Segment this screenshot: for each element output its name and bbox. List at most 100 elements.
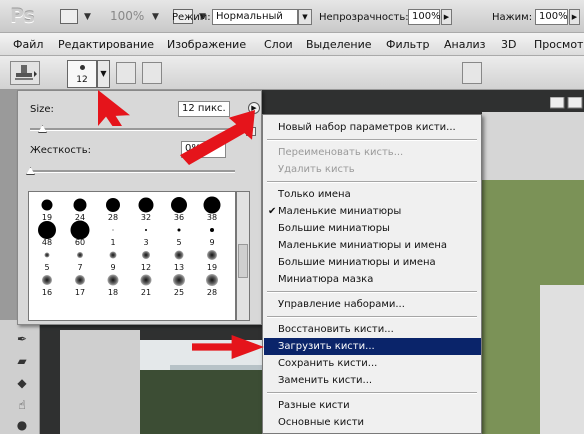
menu-separator xyxy=(267,392,477,394)
menu-item[interactable]: Большие миниатюры xyxy=(264,220,481,237)
brush-thumbnail[interactable]: 3 xyxy=(133,221,159,247)
brush-preset-dropdown-button[interactable]: ▼ xyxy=(97,60,110,88)
brush-thumbnail[interactable]: 48 xyxy=(34,221,60,247)
brush-thumbnail[interactable]: 60 xyxy=(67,220,93,247)
size-field[interactable]: 12 пикс. xyxy=(178,101,230,117)
zoom-level[interactable]: 100% xyxy=(110,9,144,23)
eraser-tool-icon[interactable]: ▰ xyxy=(14,354,30,370)
menu-item-label: Только имена xyxy=(278,189,351,200)
brush-thumbnail[interactable]: 5 xyxy=(34,246,60,272)
menu-item[interactable]: Основные кисти xyxy=(264,414,481,431)
photoshop-logo: Ps xyxy=(10,5,35,27)
menu-item[interactable]: Большие миниатюры и имена xyxy=(264,254,481,271)
menu-item[interactable]: Управление наборами... xyxy=(264,296,481,313)
scrollbar-thumb[interactable] xyxy=(238,244,248,278)
menu-select[interactable]: Выделение xyxy=(306,38,372,51)
brush-tip-icon xyxy=(145,229,147,231)
brush-thumbnail[interactable]: 5 xyxy=(166,221,192,247)
pen-tool-icon[interactable]: ✒ xyxy=(14,332,30,348)
brush-tip-icon xyxy=(73,198,87,212)
brush-thumbnail[interactable]: 16 xyxy=(34,271,60,297)
brush-thumbnail[interactable]: 32 xyxy=(133,196,159,222)
menu-item[interactable]: Заменить кисти... xyxy=(264,372,481,389)
menu-image[interactable]: Изображение xyxy=(167,38,246,51)
brush-thumbnail[interactable]: 19 xyxy=(34,196,60,222)
menu-item-label: Восстановить кисти... xyxy=(278,324,394,335)
dodge-tool-icon[interactable]: ● xyxy=(14,418,30,434)
hardness-label: Жесткость: xyxy=(30,145,91,156)
brush-thumbnail[interactable]: 21 xyxy=(133,271,159,297)
menu-item[interactable]: Маленькие миниатюры и имена xyxy=(264,237,481,254)
opacity-label: Непрозрачность: xyxy=(319,12,409,23)
brush-tip-icon xyxy=(207,250,217,260)
brush-thumbnail[interactable]: 38 xyxy=(199,196,225,222)
brush-thumbnail[interactable]: 17 xyxy=(67,271,93,297)
brush-thumbnail[interactable]: 28 xyxy=(100,196,126,222)
brush-preset-picker[interactable]: 12 xyxy=(67,60,97,88)
brush-panel-toggle-icon[interactable] xyxy=(116,62,136,84)
pressure-label: Нажим: xyxy=(492,12,533,23)
menu-item-label: Управление наборами... xyxy=(278,299,405,310)
mode-select[interactable]: Нормальный xyxy=(212,9,298,25)
brush-thumbnail[interactable]: 36 xyxy=(166,196,192,222)
brush-thumbnail[interactable]: 9 xyxy=(100,246,126,272)
menu-edit[interactable]: Редактирование xyxy=(58,38,154,51)
brush-tip-icon xyxy=(140,274,152,286)
mode-dropdown-arrow[interactable]: ▼ xyxy=(298,9,312,25)
menu-item-label: Удалить кисть xyxy=(278,164,355,175)
brush-grid-scrollbar[interactable] xyxy=(236,191,250,321)
menu-item-label: Основные кисти xyxy=(278,417,365,428)
menu-item[interactable]: Миниатюра мазка xyxy=(264,271,481,288)
menu-item[interactable]: Загрузить кисти... xyxy=(264,338,481,355)
brush-thumbnail[interactable]: 19 xyxy=(199,246,225,272)
brush-thumbnail[interactable]: 18 xyxy=(100,271,126,297)
menu-item[interactable]: Разные кисти xyxy=(264,397,481,414)
menu-item[interactable]: Сохранить кисти... xyxy=(264,355,481,372)
brush-tip-icon xyxy=(138,197,154,213)
menu-item[interactable]: ✔ Маленькие миниатюры xyxy=(264,203,481,220)
menu-item[interactable]: Восстановить кисти... xyxy=(264,321,481,338)
menu-item-label: Маленькие миниатюры xyxy=(278,206,402,217)
menu-layer[interactable]: Слои xyxy=(264,38,293,51)
menu-item-label: Новый набор параметров кисти... xyxy=(278,122,456,133)
paint-bucket-tool-icon[interactable]: ◆ xyxy=(14,376,30,392)
pressure-slider-button[interactable]: ▶ xyxy=(569,9,580,25)
smudge-tool-icon[interactable]: ☝ xyxy=(14,398,30,414)
opacity-slider-button[interactable]: ▶ xyxy=(441,9,452,25)
airbrush-toggle-icon[interactable] xyxy=(462,62,482,84)
menu-file[interactable]: Файл xyxy=(13,38,43,51)
brush-thumbnail[interactable]: 28 xyxy=(199,271,225,297)
brush-thumbnail[interactable]: 1 xyxy=(100,221,126,247)
opacity-field[interactable]: 100% xyxy=(408,9,441,25)
size-slider-track[interactable] xyxy=(30,128,235,131)
bridge-icon[interactable] xyxy=(60,9,78,24)
brush-thumbnail[interactable]: 12 xyxy=(133,246,159,272)
menu-item[interactable]: Новый набор параметров кисти... xyxy=(264,119,481,136)
menu-item[interactable]: Только имена xyxy=(264,186,481,203)
brush-thumbnail[interactable]: 9 xyxy=(199,221,225,247)
brush-thumbnail[interactable]: 13 xyxy=(166,246,192,272)
brush-thumbnail[interactable]: 7 xyxy=(67,246,93,272)
brush-thumbnail[interactable]: 25 xyxy=(166,271,192,297)
brush-tip-icon xyxy=(174,250,184,260)
menu-bar: Файл Редактирование Изображение Слои Выд… xyxy=(0,33,584,56)
hardness-slider-track[interactable] xyxy=(30,170,235,173)
chevron-down-icon[interactable]: ▼ xyxy=(84,12,91,22)
menu-item-label: Сохранить кисти... xyxy=(278,358,378,369)
menu-item-label: Загрузить кисти... xyxy=(278,341,375,352)
pressure-field[interactable]: 100% xyxy=(535,9,568,25)
brush-tip-icon xyxy=(107,274,119,286)
document-window-controls[interactable] xyxy=(549,96,584,112)
clone-stamp-tool-icon[interactable] xyxy=(10,61,40,85)
menu-view[interactable]: Просмотр xyxy=(534,38,584,51)
clone-source-panel-icon[interactable] xyxy=(142,62,162,84)
menu-item: Удалить кисть xyxy=(264,161,481,178)
brush-thumbnail[interactable]: 24 xyxy=(67,196,93,222)
menu-filter[interactable]: Фильтр xyxy=(386,38,430,51)
brush-size-label: 28 xyxy=(206,288,218,297)
menu-3d[interactable]: 3D xyxy=(501,38,516,51)
chevron-down-icon[interactable]: ▼ xyxy=(152,12,159,22)
menu-analysis[interactable]: Анализ xyxy=(444,38,486,51)
menu-item-label: Разные кисти xyxy=(278,400,350,411)
brush-tip-icon xyxy=(206,274,218,286)
